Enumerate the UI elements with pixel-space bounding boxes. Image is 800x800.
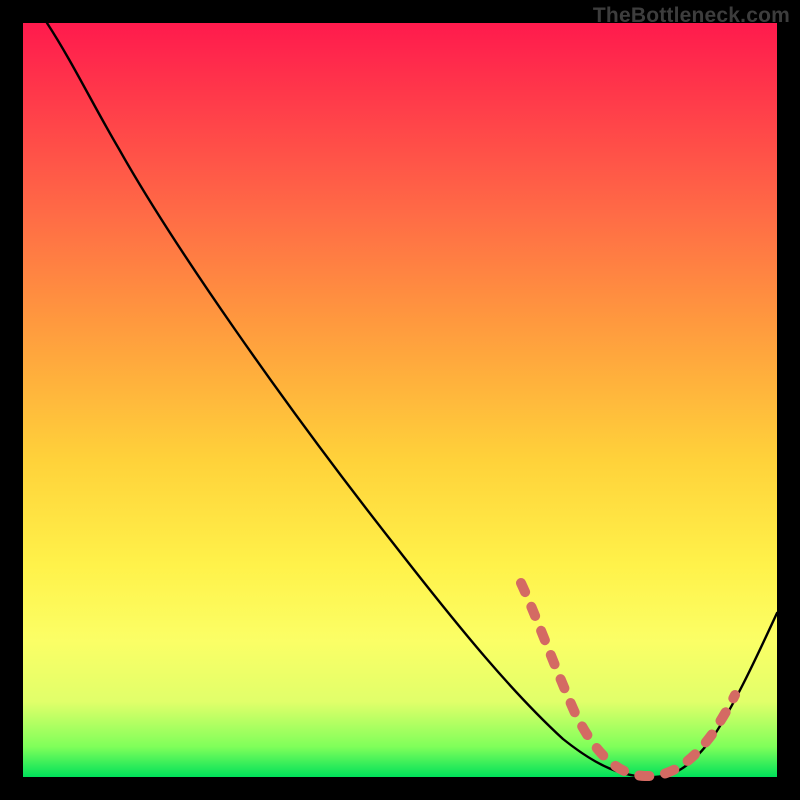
plot-area [23, 23, 777, 777]
curve-layer [23, 23, 777, 777]
chart-frame: TheBottleneck.com [0, 0, 800, 800]
bottleneck-curve [47, 23, 777, 777]
dashed-marker-segment [521, 583, 735, 776]
watermark-text: TheBottleneck.com [593, 4, 790, 28]
